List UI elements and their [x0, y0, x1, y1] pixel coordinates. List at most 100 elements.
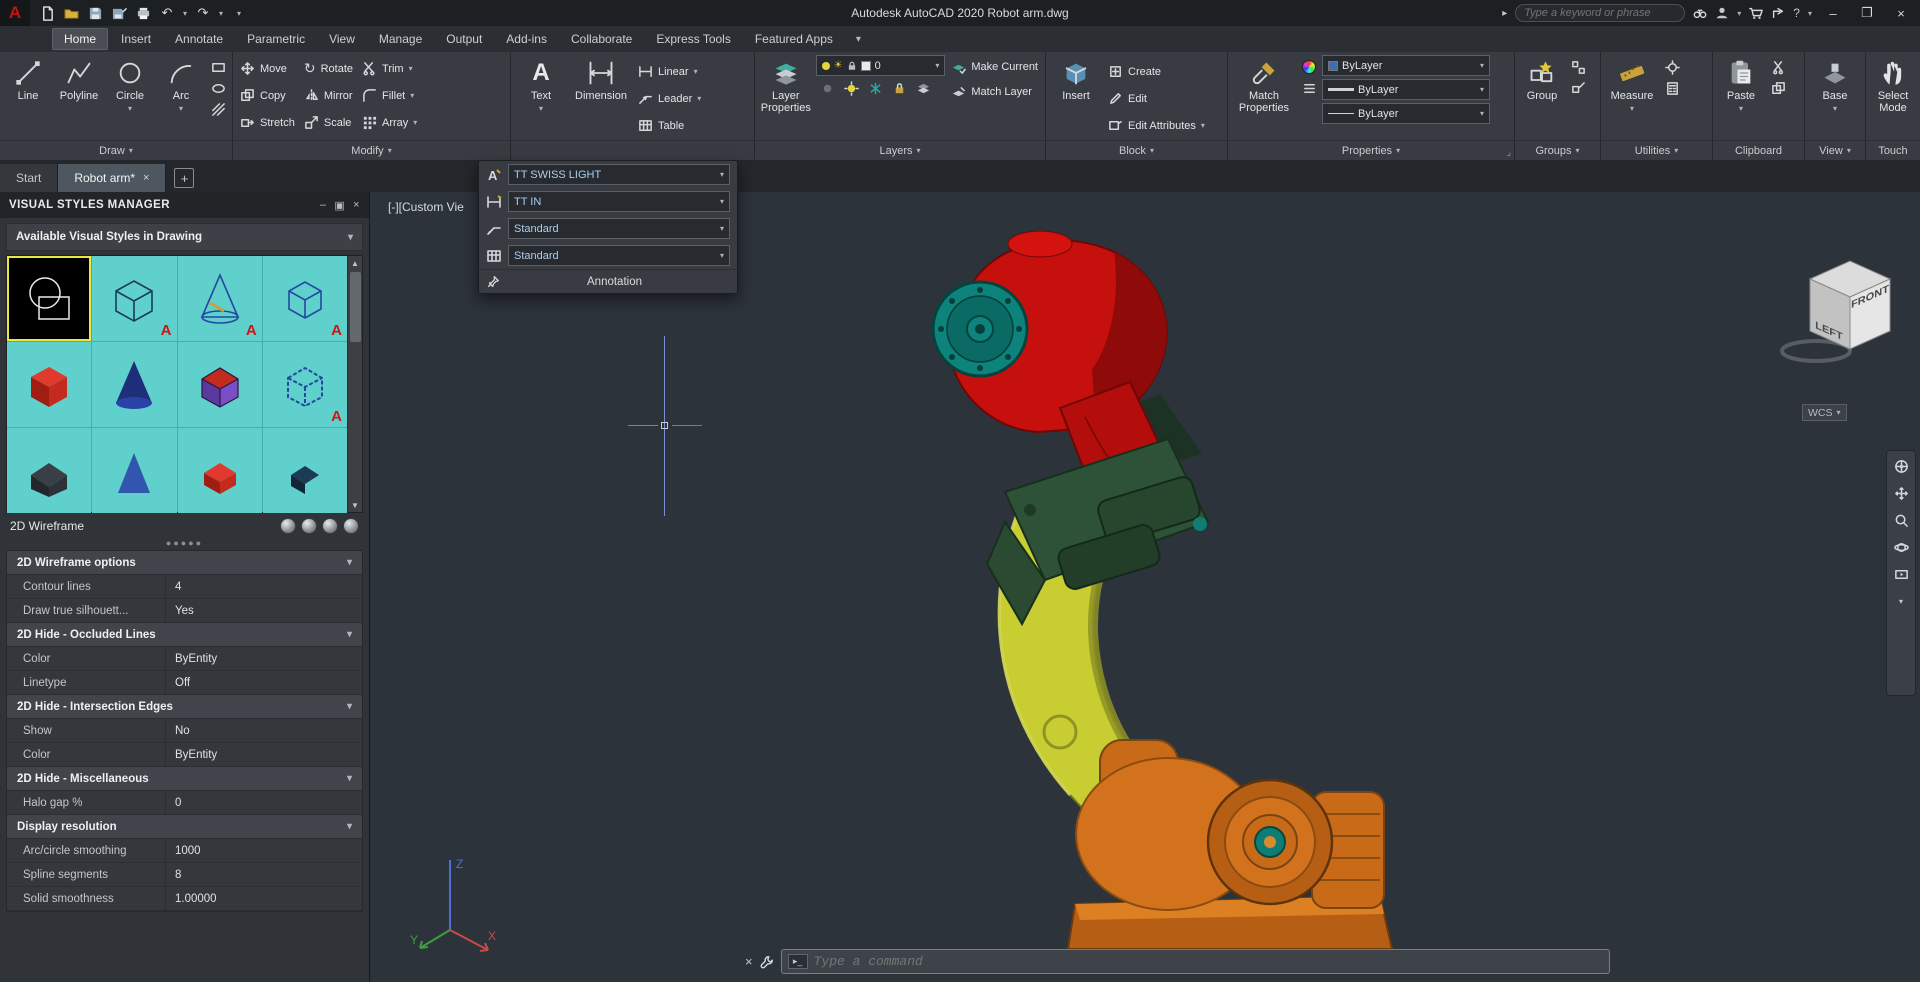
scale-button[interactable]: Scale	[301, 109, 356, 136]
close-button[interactable]: ×	[1888, 3, 1914, 23]
modify-panel-label[interactable]: Modify ▾	[233, 140, 510, 160]
restore-button[interactable]: ❐	[1854, 3, 1880, 23]
hatch-tool-icon[interactable]	[208, 100, 228, 118]
scroll-down-icon[interactable]: ▼	[351, 498, 359, 512]
layer-walk-icon[interactable]	[914, 79, 934, 97]
new-tab-button[interactable]: +	[174, 168, 195, 188]
fillet-button[interactable]: Fillet ▾	[359, 82, 420, 109]
palette-titlebar[interactable]: VISUAL STYLES MANAGER – ▣ ×	[0, 192, 369, 218]
new-file-button[interactable]	[36, 3, 58, 23]
quick-calc-icon[interactable]	[1662, 79, 1682, 97]
layer-off-icon[interactable]	[818, 79, 838, 97]
available-styles-header[interactable]: Available Visual Styles in Drawing ▾	[6, 223, 363, 251]
properties-list-icon[interactable]	[1299, 79, 1319, 97]
search-binoculars-icon[interactable]	[1693, 6, 1707, 20]
create-style-icon[interactable]	[280, 518, 296, 534]
measure-button[interactable]: Measure ▾	[1605, 55, 1659, 115]
dimension-button[interactable]: Dimension	[570, 55, 632, 102]
close-command-icon[interactable]: ×	[745, 954, 753, 969]
command-input-field[interactable]: ▸_	[780, 949, 1610, 974]
navbar-more-chevron-icon[interactable]: ▾	[1891, 592, 1911, 610]
pan-icon[interactable]	[1891, 484, 1911, 502]
flyout-panel-label[interactable]: Annotation	[500, 276, 729, 288]
qat-customize-dropdown[interactable]: ▾	[228, 3, 250, 23]
tab-home[interactable]: Home	[52, 28, 109, 50]
steering-wheel-icon[interactable]	[1891, 457, 1911, 475]
tab-manage[interactable]: Manage	[368, 29, 433, 49]
share-icon[interactable]	[1771, 6, 1785, 20]
style-thumb-realistic-box[interactable]	[177, 428, 262, 513]
id-point-icon[interactable]	[1662, 58, 1682, 76]
help-icon[interactable]: ?	[1793, 6, 1800, 20]
style-thumb-sketchy-box[interactable]: A	[262, 342, 347, 427]
object-color-combo[interactable]: ByLayer ▾	[1322, 55, 1490, 76]
rectangle-tool-icon[interactable]	[208, 58, 228, 76]
close-tab-icon[interactable]: ×	[143, 172, 149, 184]
palette-autohide-icon[interactable]: ▣	[334, 199, 345, 212]
autocad-logo[interactable]: A	[0, 0, 30, 26]
edit-block-button[interactable]: Edit	[1105, 85, 1208, 112]
scrollbar-thumb[interactable]	[349, 272, 361, 342]
multileader-style-combo[interactable]: Standard ▾	[508, 218, 730, 239]
select-mode-button[interactable]: Select Mode	[1870, 55, 1916, 114]
file-tab-robot-arm[interactable]: Robot arm* ×	[58, 164, 167, 192]
tab-annotate[interactable]: Annotate	[164, 29, 234, 49]
touch-panel-label[interactable]: Touch	[1866, 140, 1920, 160]
style-thumb-dark[interactable]	[262, 428, 347, 513]
file-tab-start[interactable]: Start	[0, 164, 59, 192]
annotation-panel-label[interactable]	[511, 140, 754, 160]
sign-in-user-icon[interactable]	[1715, 6, 1729, 20]
tab-add-ins[interactable]: Add-ins	[495, 29, 558, 49]
section-2d-wireframe-options[interactable]: 2D Wireframe options ▾	[7, 551, 362, 575]
arc-button[interactable]: Arc ▾	[157, 55, 205, 115]
search-expand-chevron-icon[interactable]: ▸	[1502, 8, 1507, 19]
edit-attributes-button[interactable]: Edit Attributes ▾	[1105, 112, 1208, 139]
style-thumb-shades-gray[interactable]	[7, 428, 92, 513]
group-button[interactable]: Group	[1519, 55, 1565, 102]
mirror-button[interactable]: Mirror	[301, 82, 356, 109]
layer-lock-toggle-icon[interactable]	[890, 79, 910, 97]
leader-button[interactable]: Leader ▾	[635, 85, 704, 112]
style-thumb-shaded-edges-box[interactable]	[177, 342, 262, 427]
draw-panel-label[interactable]: Draw ▾	[0, 140, 232, 160]
minimize-button[interactable]: –	[1820, 3, 1846, 23]
layers-panel-label[interactable]: Layers ▾	[755, 140, 1045, 160]
command-input[interactable]	[813, 954, 1603, 969]
paste-button[interactable]: Paste ▾	[1717, 55, 1765, 115]
layer-isolate-icon[interactable]	[842, 79, 862, 97]
make-current-button[interactable]: Make Current	[948, 55, 1041, 79]
undo-dropdown[interactable]: ▾	[180, 3, 190, 23]
help-search-input[interactable]	[1515, 4, 1686, 22]
circle-button[interactable]: Circle ▾	[106, 55, 154, 115]
tab-output[interactable]: Output	[435, 29, 493, 49]
save-as-button[interactable]	[108, 3, 130, 23]
groups-panel-label[interactable]: Groups ▾	[1515, 140, 1600, 160]
orbit-icon[interactable]	[1891, 538, 1911, 556]
save-button[interactable]	[84, 3, 106, 23]
viewport-controls-label[interactable]: [-][Custom Vie	[388, 200, 464, 214]
style-thumb-realistic-cube[interactable]	[7, 342, 92, 427]
apply-style-icon[interactable]	[301, 518, 317, 534]
redo-dropdown[interactable]: ▾	[216, 3, 226, 23]
text-style-combo[interactable]: TT SWISS LIGHT ▾	[508, 164, 730, 185]
layer-properties-button[interactable]: Layer Properties	[759, 55, 813, 114]
stretch-button[interactable]: Stretch	[237, 109, 298, 136]
match-layer-button[interactable]: Match Layer	[948, 80, 1041, 104]
insert-block-button[interactable]: Insert	[1050, 55, 1102, 102]
robot-arm-model[interactable]	[500, 192, 1400, 982]
styles-scrollbar[interactable]: ▲ ▼	[347, 256, 362, 512]
tab-parametric[interactable]: Parametric	[236, 29, 316, 49]
export-style-icon[interactable]	[322, 518, 338, 534]
zoom-icon[interactable]	[1891, 511, 1911, 529]
color-wheel-icon[interactable]	[1299, 58, 1319, 76]
polyline-button[interactable]: Polyline	[55, 55, 103, 102]
wcs-button[interactable]: WCS ▾	[1802, 404, 1847, 421]
redo-button[interactable]: ↷	[192, 3, 214, 23]
linetype-combo[interactable]: ByLayer ▾	[1322, 103, 1490, 124]
ellipse-tool-icon[interactable]	[208, 79, 228, 97]
match-properties-button[interactable]: Match Properties	[1232, 55, 1296, 114]
open-file-button[interactable]	[60, 3, 82, 23]
app-store-cart-icon[interactable]	[1749, 6, 1764, 20]
style-thumb-hidden-box[interactable]: A	[262, 256, 347, 341]
group-edit-icon[interactable]	[1568, 79, 1588, 97]
